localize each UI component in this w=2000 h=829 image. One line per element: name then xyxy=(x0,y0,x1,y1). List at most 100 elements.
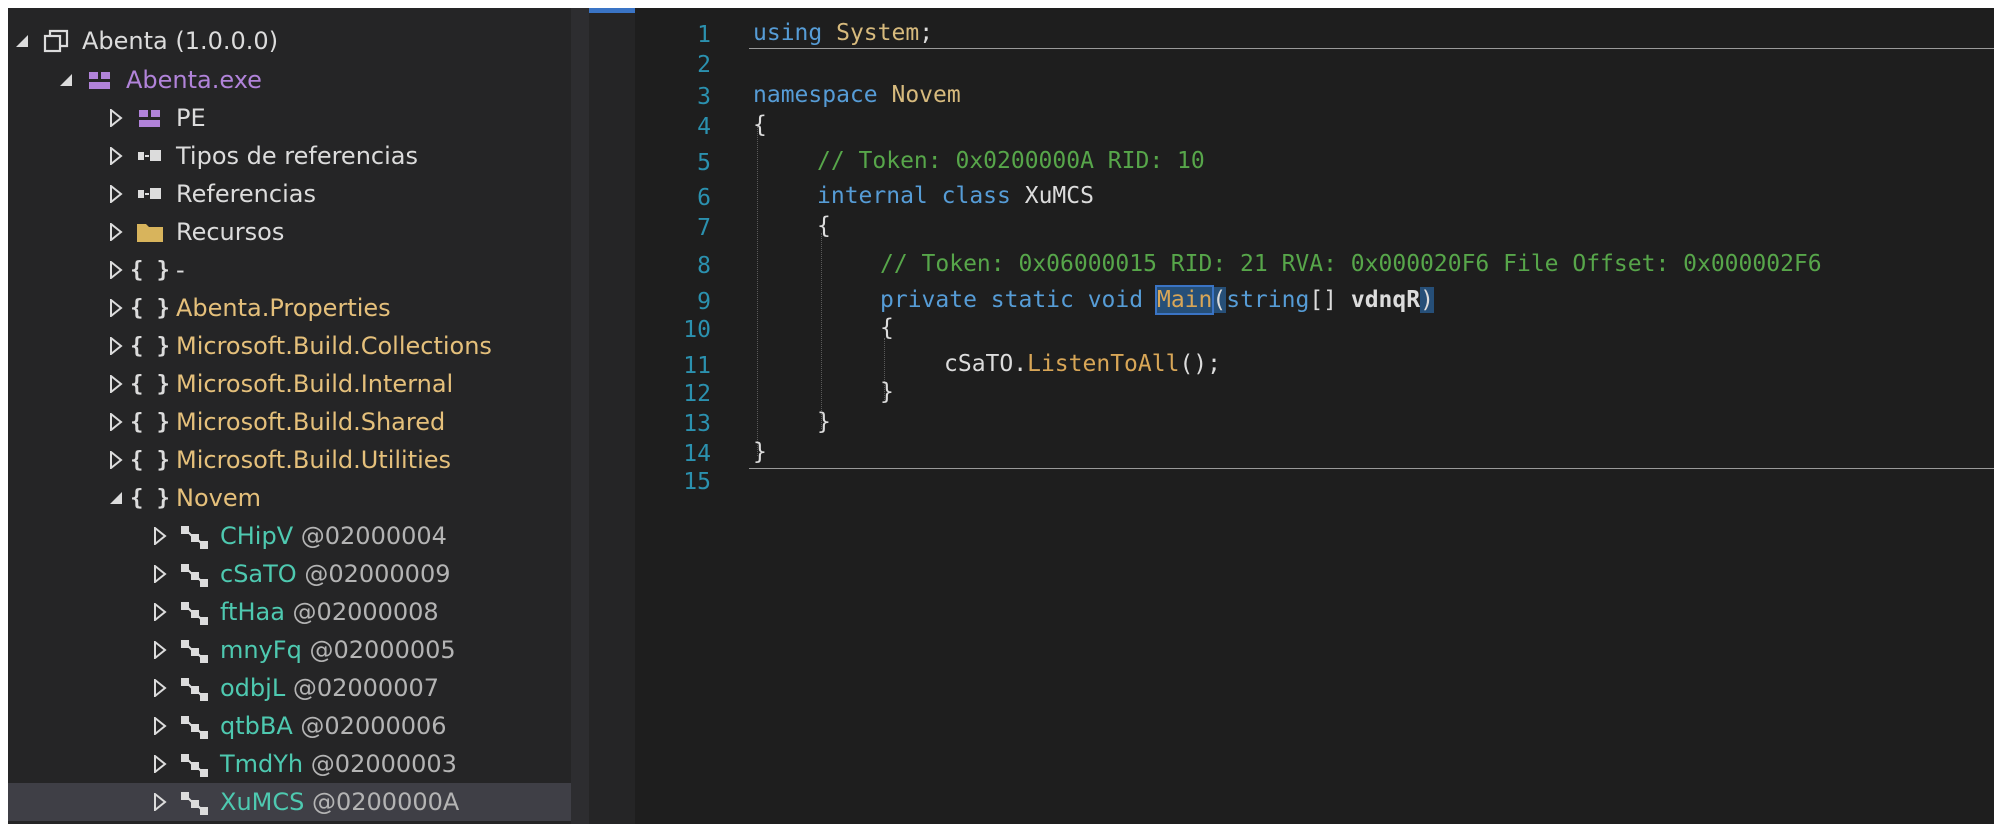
class-name: XuMCS xyxy=(220,788,305,816)
collapsed-triangle-icon[interactable] xyxy=(152,525,168,547)
namespace-token[interactable]: Novem xyxy=(891,82,960,108)
tree-node-pe[interactable]: PE xyxy=(108,99,206,137)
collapsed-triangle-icon[interactable] xyxy=(152,715,168,737)
tree-node-class-selected[interactable]: XuMCS @0200000A xyxy=(8,783,571,821)
expanded-triangle-icon[interactable] xyxy=(58,69,74,91)
line-number: 9 xyxy=(697,289,711,315)
parameter-token[interactable]: vdnqR xyxy=(1351,287,1420,313)
using-block-separator xyxy=(749,48,1994,49)
tree-node-namespace-empty[interactable]: { } - xyxy=(108,251,185,289)
class-token: @02000003 xyxy=(310,750,457,778)
tree-node-label: Microsoft.Build.Internal xyxy=(176,370,454,398)
collapsed-triangle-icon[interactable] xyxy=(108,183,124,205)
tree-node-class[interactable]: TmdYh @02000003 xyxy=(152,745,457,783)
method-call-token[interactable]: ListenToAll xyxy=(1027,351,1179,377)
collapsed-triangle-icon[interactable] xyxy=(108,449,124,471)
keyword-token: internal class xyxy=(817,183,1011,209)
tree-node-class[interactable]: mnyFq @02000005 xyxy=(152,631,456,669)
class-name: ftHaa xyxy=(220,598,285,626)
keyword-token: private static void xyxy=(880,287,1144,313)
code-line-7: { xyxy=(817,213,831,239)
class-token-spacer xyxy=(303,750,311,778)
panel-splitter[interactable] xyxy=(571,8,589,824)
class-icon xyxy=(178,598,210,626)
class-icon xyxy=(178,788,210,816)
line-number: 12 xyxy=(683,381,711,407)
tree-node-namespace-abenta-properties[interactable]: { } Abenta.Properties xyxy=(108,289,391,327)
collapsed-triangle-icon[interactable] xyxy=(108,373,124,395)
code-line-10: { xyxy=(880,315,894,341)
tree-node-references[interactable]: Referencias xyxy=(108,175,316,213)
collapsed-triangle-icon[interactable] xyxy=(108,335,124,357)
tree-node-resources[interactable]: Recursos xyxy=(108,213,284,251)
tree-node-namespace-build-internal[interactable]: { } Microsoft.Build.Internal xyxy=(108,365,453,403)
collapsed-triangle-icon[interactable] xyxy=(152,563,168,585)
type-reference-token[interactable]: cSaTO xyxy=(944,351,1013,377)
tree-node-label: Abenta.exe xyxy=(126,66,262,94)
tree-node-class[interactable]: ftHaa @02000008 xyxy=(152,593,439,631)
collapsed-triangle-icon[interactable] xyxy=(152,639,168,661)
code-line-3: namespace Novem xyxy=(753,82,961,108)
class-name: CHipV xyxy=(220,522,294,550)
namespace-token[interactable]: System xyxy=(836,20,919,46)
tree-node-class[interactable]: cSaTO @02000009 xyxy=(152,555,450,593)
collapsed-triangle-icon[interactable] xyxy=(152,677,168,699)
tree-node-namespace-build-utilities[interactable]: { } Microsoft.Build.Utilities xyxy=(108,441,451,479)
class-icon xyxy=(178,674,210,702)
line-number: 15 xyxy=(683,469,711,495)
collapsed-triangle-icon[interactable] xyxy=(152,753,168,775)
namespace-icon: { } xyxy=(130,295,170,321)
tree-node-class[interactable]: CHipV @02000004 xyxy=(152,517,447,555)
code-line-9: private static void Main(string[] vdnqR) xyxy=(880,285,1434,315)
namespace-icon: { } xyxy=(130,485,170,511)
tree-node-class[interactable]: qtbBA @02000006 xyxy=(152,707,447,745)
class-token-spacer xyxy=(302,636,310,664)
collapsed-triangle-icon[interactable] xyxy=(152,601,168,623)
class-token-spacer xyxy=(297,560,305,588)
tree-node-type-references[interactable]: Tipos de referencias xyxy=(108,137,418,175)
tree-node-label: - xyxy=(176,256,185,284)
namespace-end-separator xyxy=(749,468,1994,469)
code-line-14: } xyxy=(753,439,767,465)
punctuation-token: (); xyxy=(1179,351,1221,377)
class-token: @02000007 xyxy=(292,674,439,702)
tree-node-label: Tipos de referencias xyxy=(176,142,418,170)
app-window: Abenta (1.0.0.0) Abenta.exe PE Tipos de … xyxy=(8,8,1994,824)
module-icon xyxy=(84,66,116,94)
collapsed-triangle-icon[interactable] xyxy=(152,791,168,813)
line-number: 4 xyxy=(697,114,711,140)
method-name-token[interactable]: Main xyxy=(1154,285,1215,315)
expanded-triangle-icon[interactable] xyxy=(108,487,124,509)
class-token-spacer xyxy=(304,788,312,816)
tree-node-namespace-build-collections[interactable]: { } Microsoft.Build.Collections xyxy=(108,327,492,365)
folder-icon xyxy=(134,218,166,246)
collapsed-triangle-icon[interactable] xyxy=(108,221,124,243)
class-token: @02000009 xyxy=(304,560,451,588)
expanded-triangle-icon[interactable] xyxy=(14,30,30,52)
class-token: @02000006 xyxy=(300,712,447,740)
tree-node-module[interactable]: Abenta.exe xyxy=(58,61,262,99)
collapsed-triangle-icon[interactable] xyxy=(108,297,124,319)
class-icon xyxy=(178,636,210,664)
collapsed-triangle-icon[interactable] xyxy=(108,259,124,281)
tree-node-label: Novem xyxy=(176,484,261,512)
collapsed-triangle-icon[interactable] xyxy=(108,107,124,129)
code-line-13: } xyxy=(817,409,831,435)
editor-margin xyxy=(589,8,635,824)
code-editor[interactable]: 1 2 3 4 5 6 7 8 9 10 11 12 13 14 15 usin… xyxy=(635,8,1994,824)
line-number: 11 xyxy=(683,353,711,379)
collapsed-triangle-icon[interactable] xyxy=(108,411,124,433)
class-name-token[interactable]: XuMCS xyxy=(1025,183,1094,209)
tree-node-class[interactable]: odbjL @02000007 xyxy=(152,669,439,707)
tree-node-label: Recursos xyxy=(176,218,285,246)
class-token: @0200000A xyxy=(312,788,460,816)
line-number: 8 xyxy=(697,253,711,279)
collapsed-triangle-icon[interactable] xyxy=(108,145,124,167)
tree-node-namespace-build-shared[interactable]: { } Microsoft.Build.Shared xyxy=(108,403,445,441)
tree-node-assembly[interactable]: Abenta (1.0.0.0) xyxy=(14,22,278,60)
class-token-spacer xyxy=(293,712,301,740)
tree-node-label: Referencias xyxy=(176,180,316,208)
code-line-11: cSaTO.ListenToAll(); xyxy=(944,351,1221,377)
tree-node-label: Microsoft.Build.Collections xyxy=(176,332,492,360)
tree-node-namespace-novem[interactable]: { } Novem xyxy=(108,479,261,517)
